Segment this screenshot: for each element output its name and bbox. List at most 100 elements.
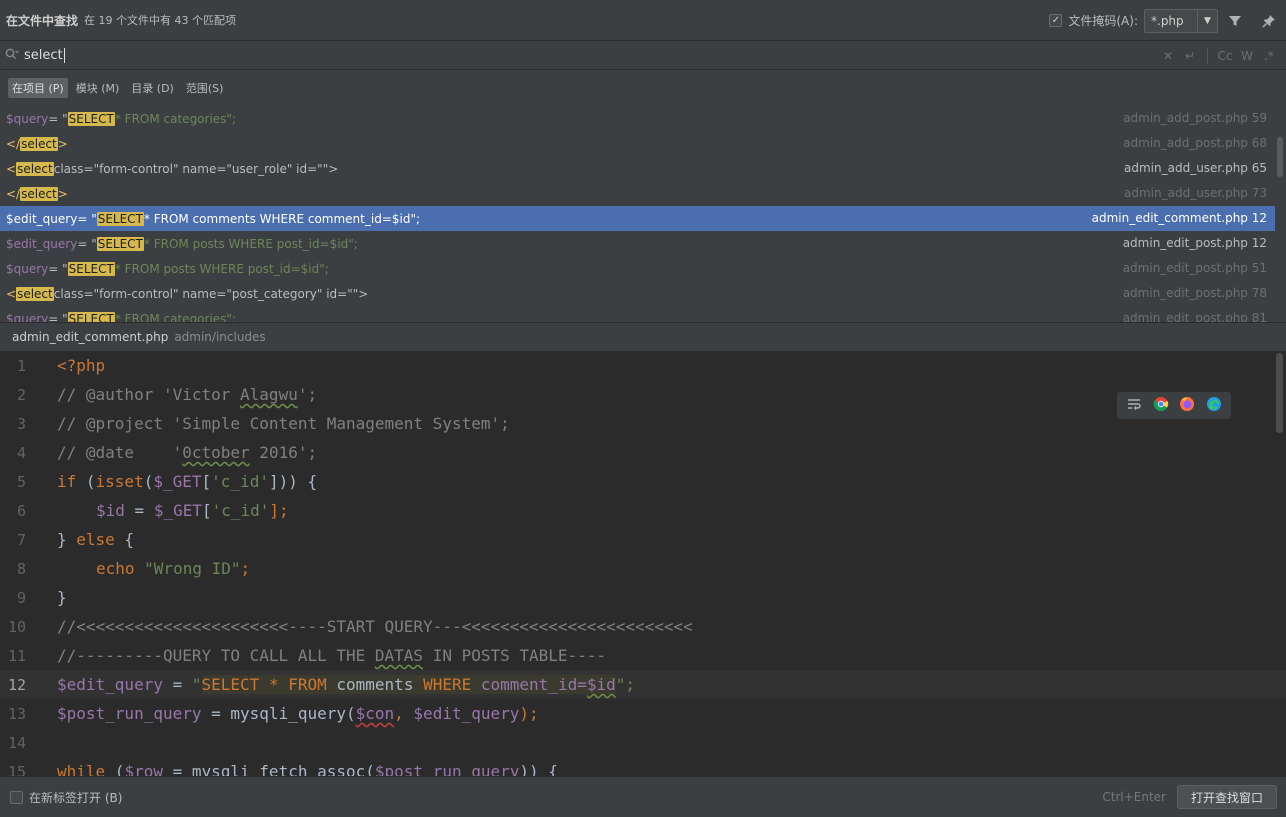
code-token: //<<<<<<<<<<<<<<<<<<<<<<----START QUERY-… xyxy=(57,617,693,636)
code-line: 5 if (isset($_GET['c_id'])) { xyxy=(0,467,1286,496)
result-row[interactable]: </select > admin_add_user.php 73 xyxy=(0,181,1275,206)
search-bar: select ✕ ↵ Cc W .* xyxy=(0,42,1286,70)
result-code: = " xyxy=(48,311,68,323)
line-number: 15 xyxy=(7,762,26,777)
search-icon[interactable] xyxy=(0,48,24,63)
code-token: $edit_query xyxy=(57,675,163,694)
tab-scope[interactable]: 范围(S) xyxy=(182,78,228,98)
result-code: * FROM categories"; xyxy=(114,111,236,126)
new-tab-checkbox[interactable]: ✓ xyxy=(10,790,23,804)
code-token: $post_run_query xyxy=(374,762,520,776)
search-input[interactable]: select xyxy=(24,48,65,63)
code-token: Alagwu xyxy=(240,385,298,404)
edge-icon[interactable] xyxy=(1206,396,1222,416)
tab-module[interactable]: 模块 (M) xyxy=(72,78,124,98)
newline-icon[interactable]: ↵ xyxy=(1179,49,1201,63)
regex-icon[interactable]: .* xyxy=(1258,49,1280,63)
code-token: // @date ' xyxy=(57,443,183,462)
code-token: , xyxy=(394,704,414,723)
editor-scrollbar[interactable] xyxy=(1276,353,1283,433)
code-line: 8 echo "Wrong ID"; xyxy=(0,554,1286,583)
line-number: 8 xyxy=(16,559,26,578)
code-token: IN POSTS TABLE---- xyxy=(423,646,607,665)
code-line: 6 $id = $_GET['c_id']; xyxy=(0,496,1286,525)
result-code: * FROM comments WHERE comment_id=$id"; xyxy=(143,211,421,226)
code-token: "; xyxy=(615,675,636,694)
open-find-window-button[interactable]: 打开查找窗口 xyxy=(1177,785,1277,809)
match-case-icon[interactable]: Cc xyxy=(1214,49,1236,63)
code-token: ; xyxy=(240,559,251,578)
code-line: 13 $post_run_query = mysqli_query($con, $… xyxy=(0,699,1286,728)
filter-icon[interactable] xyxy=(1218,0,1252,41)
search-query[interactable]: select xyxy=(24,48,63,63)
code-token: echo xyxy=(96,559,135,578)
result-code: * FROM posts WHERE post_id=$id"; xyxy=(143,236,358,251)
result-code: < xyxy=(6,286,17,301)
result-row[interactable]: $query = " SELECT * FROM categories"; adm… xyxy=(0,106,1275,131)
code-token: 'c_id' xyxy=(211,501,270,520)
code-token: SELECT * FROM xyxy=(201,675,327,694)
line-number: 14 xyxy=(7,733,26,752)
code-token: $_GET xyxy=(153,501,202,520)
file-mask-combo[interactable]: *.php ▼ xyxy=(1144,8,1218,33)
line-number: 9 xyxy=(16,588,26,607)
result-code: = " xyxy=(77,236,97,251)
line-number: 11 xyxy=(7,646,26,665)
file-mask-checkbox[interactable]: ✓ xyxy=(1049,14,1063,27)
result-code: $query xyxy=(6,111,49,126)
code-token: = xyxy=(162,675,192,694)
line-number: 7 xyxy=(16,530,26,549)
match-highlight: SELECT xyxy=(67,111,115,126)
result-row[interactable]: $query = " SELECT * FROM categories"; adm… xyxy=(0,306,1275,322)
file-mask-value[interactable]: *.php xyxy=(1145,14,1197,28)
result-row[interactable]: $query = " SELECT * FROM posts WHERE post… xyxy=(0,256,1275,281)
result-row[interactable]: < select class="form-control" name="post_… xyxy=(0,281,1275,306)
code-line: 10 //<<<<<<<<<<<<<<<<<<<<<<----START QUER… xyxy=(0,612,1286,641)
result-code: class="form-control" name="post_category… xyxy=(53,286,369,301)
code-token: $_GET xyxy=(153,472,202,491)
words-icon[interactable]: W xyxy=(1236,49,1258,63)
tab-project[interactable]: 在项目 (P) xyxy=(8,78,68,98)
code-token: 2016'; xyxy=(249,443,318,462)
result-row[interactable]: </select > admin_add_post.php 68 xyxy=(0,131,1275,156)
line-number: 3 xyxy=(16,414,26,433)
code-token: = mysqli_fetch_assoc( xyxy=(162,762,375,776)
firefox-icon[interactable] xyxy=(1179,396,1195,416)
code-token: while xyxy=(57,762,106,776)
chrome-icon[interactable] xyxy=(1153,396,1169,416)
chevron-down-icon[interactable]: ▼ xyxy=(1197,9,1217,32)
code-line: 2 // @author 'Victor Alagwu'; xyxy=(0,380,1286,409)
result-row[interactable]: < select class="form-control" name="user_… xyxy=(0,156,1275,181)
match-highlight: SELECT xyxy=(96,211,144,226)
preview-path-bar: admin_edit_comment.php admin/includes xyxy=(0,322,1286,350)
code-preview-editor[interactable]: 1 <?php 2 // @author 'Victor Alagwu'; 3 // … xyxy=(0,351,1286,776)
result-code: $edit_query xyxy=(6,211,78,226)
result-file: admin_add_post.php 59 xyxy=(1123,111,1267,125)
line-number: 12 xyxy=(7,675,26,694)
code-token: ])) { xyxy=(268,472,318,491)
soft-wrap-icon[interactable] xyxy=(1126,396,1142,416)
code-token: = xyxy=(124,501,154,520)
results-scrollbar[interactable] xyxy=(1277,137,1283,177)
tab-directory[interactable]: 目录 (D) xyxy=(127,78,178,98)
code-token: WHERE xyxy=(423,675,472,694)
file-mask-label: 文件掩码(A): xyxy=(1068,14,1138,28)
code-token: { xyxy=(114,530,135,549)
new-tab-label: 在新标签打开 (B) xyxy=(29,790,123,805)
code-line: 4 // @date '0ctober 2016'; xyxy=(0,438,1286,467)
result-code: </ xyxy=(6,186,21,201)
result-code: * FROM categories"; xyxy=(114,311,236,323)
code-token: if xyxy=(57,472,77,491)
result-code: > xyxy=(57,186,68,201)
result-row[interactable]: $edit_query = " SELECT * FROM posts WHERE… xyxy=(0,231,1275,256)
match-highlight: select xyxy=(16,161,54,176)
result-code: $query xyxy=(6,261,49,276)
result-row-selected[interactable]: $edit_query = " SELECT * FROM comments WH… xyxy=(0,206,1275,231)
result-code: = " xyxy=(77,211,97,226)
clear-icon[interactable]: ✕ xyxy=(1157,49,1179,63)
dialog-footer: ✓ 在新标签打开 (B) Ctrl+Enter 打开查找窗口 xyxy=(0,776,1286,817)
code-token: ( xyxy=(105,762,125,776)
result-file: admin_edit_post.php 51 xyxy=(1122,261,1267,275)
code-token: comments xyxy=(326,675,424,694)
pin-icon[interactable] xyxy=(1252,0,1286,41)
